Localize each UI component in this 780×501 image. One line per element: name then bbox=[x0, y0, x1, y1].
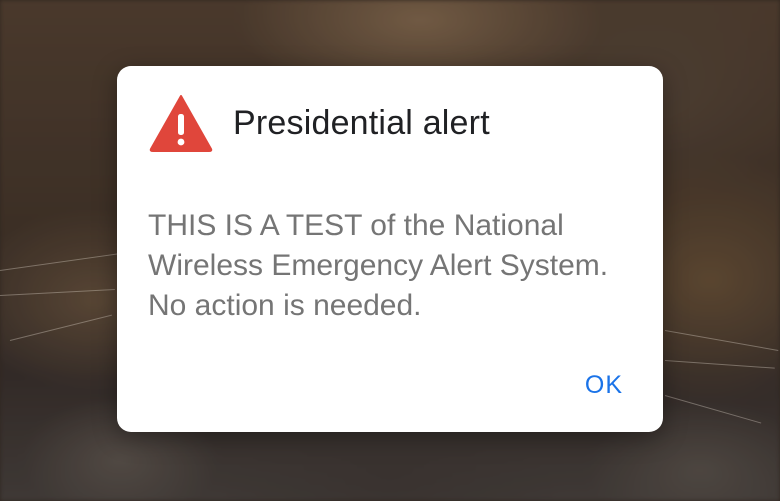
ok-button[interactable]: OK bbox=[585, 371, 623, 400]
warning-icon bbox=[149, 95, 213, 152]
warning-exclamation-bar bbox=[178, 114, 184, 135]
warning-exclamation-dot bbox=[177, 138, 185, 146]
alert-message: THIS IS A TEST of the National Wireless … bbox=[148, 209, 609, 322]
emergency-alert-dialog: Presidential alert THIS IS A TEST of the… bbox=[117, 66, 663, 432]
alert-title: Presidential alert bbox=[233, 103, 490, 142]
alert-header: Presidential alert bbox=[149, 94, 490, 152]
